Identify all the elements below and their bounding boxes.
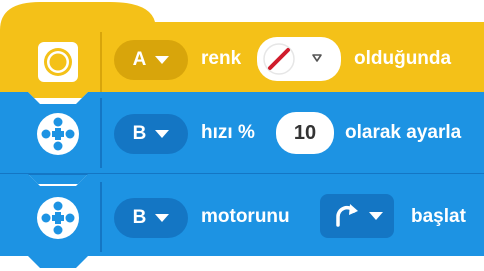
chevron-down-icon xyxy=(312,54,322,62)
port-label: A xyxy=(132,49,147,70)
port-dropdown[interactable]: B xyxy=(114,198,188,238)
speed-input[interactable]: 10 xyxy=(276,112,334,154)
block-label: hızı % xyxy=(201,122,255,143)
motor-icon xyxy=(34,194,82,242)
block-separator xyxy=(100,98,102,168)
port-label: B xyxy=(132,207,147,228)
port-label: B xyxy=(132,123,147,144)
chevron-down-icon xyxy=(155,130,170,138)
block-suffix: başlat xyxy=(411,206,466,227)
color-dropdown[interactable] xyxy=(257,37,341,81)
direction-dropdown[interactable] xyxy=(320,194,394,238)
port-dropdown[interactable]: A xyxy=(114,40,188,80)
start-motor-block[interactable]: B motorunu başlat xyxy=(0,174,484,268)
block-suffix: olarak ayarla xyxy=(345,122,462,143)
chevron-down-icon xyxy=(155,214,170,222)
block-suffix: olduğunda xyxy=(354,48,452,69)
set-speed-block[interactable]: B hızı % 10 olarak ayarla xyxy=(0,92,484,184)
block-label: motorunu xyxy=(201,206,290,227)
port-dropdown[interactable]: B xyxy=(114,114,188,154)
event-block[interactable]: A renk olduğunda xyxy=(0,0,484,98)
speed-value: 10 xyxy=(293,121,317,144)
block-separator xyxy=(100,182,102,252)
block-label: renk xyxy=(201,48,242,69)
color-sensor-icon xyxy=(36,40,80,84)
motor-icon xyxy=(34,110,82,158)
code-canvas: A renk olduğunda B hızı % 10 olarak ayar… xyxy=(0,0,484,271)
chevron-down-icon xyxy=(155,56,170,64)
chevron-down-icon xyxy=(369,212,383,220)
block-separator xyxy=(100,32,102,92)
clockwise-arrow-icon xyxy=(336,204,358,227)
